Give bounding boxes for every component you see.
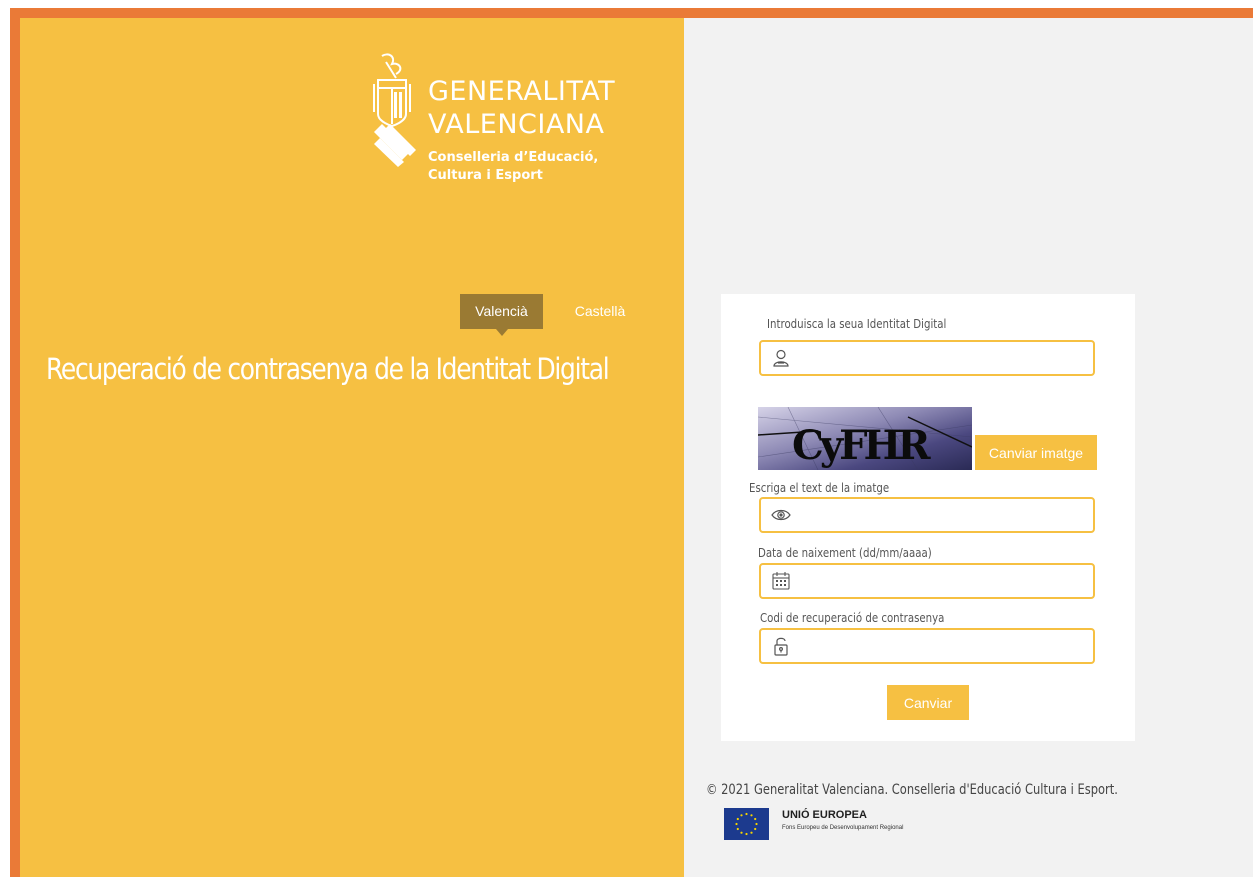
identity-input[interactable] [801,346,1090,372]
recovery-code-field[interactable] [759,628,1095,664]
crest-icon [373,53,416,167]
page-title: Recuperació de contrasenya de la Identit… [46,352,610,386]
language-castella-link[interactable]: Castellà [560,294,640,329]
brand-name-line2: VALENCIANA [428,109,605,140]
birthdate-label: Data de naixement (dd/mm/aaaa) [758,546,932,560]
padlock-icon [774,637,788,656]
change-image-button[interactable]: Canviar imatge [975,435,1097,470]
department-line1: Conselleria d’Educació, [428,150,599,165]
birthdate-field[interactable] [759,563,1095,599]
captcha-image: CyFHR [758,407,972,470]
identity-label: Introduisca la seua Identitat Digital [767,317,947,331]
recovery-code-label: Codi de recuperació de contrasenya [760,611,945,625]
identity-field[interactable] [759,340,1095,376]
submit-button[interactable]: Canviar [887,685,969,720]
brand-name-line1: GENERALITAT [428,76,616,107]
captcha-field[interactable] [759,497,1095,533]
eu-subtitle: Fons Europeu de Desenvolupament Regional [782,825,904,831]
captcha-text: CyFHR [792,422,931,469]
eu-flag-icon [724,808,769,840]
user-icon [773,349,789,367]
captcha-input[interactable] [801,503,1090,529]
generalitat-logo: GENERALITAT VALENCIANA Conselleria d’Edu… [370,52,650,202]
eye-icon [771,509,791,521]
language-valencia-tab[interactable]: Valencià [460,294,543,336]
department-line2: Cultura i Esport [428,168,543,183]
recovery-code-input[interactable] [801,634,1090,660]
birthdate-input[interactable] [801,569,1090,595]
eu-title: UNIÓ EUROPEA [782,809,867,821]
calendar-icon [772,572,790,590]
copyright-text: © 2021 Generalitat Valenciana. Conseller… [706,782,1118,798]
captcha-label: Escriga el text de la imatge [749,481,890,495]
